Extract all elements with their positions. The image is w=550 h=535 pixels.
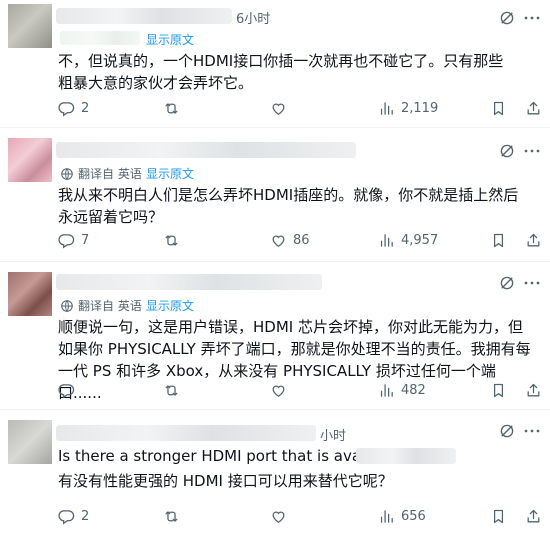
translate-label[interactable]: 翻译自 英语	[60, 165, 142, 182]
retweet-icon	[163, 508, 180, 525]
views-button[interactable]: 4,957	[378, 232, 438, 249]
retweet-button[interactable]	[163, 100, 180, 117]
post-actions: 2 656	[58, 508, 550, 528]
avatar[interactable]	[8, 420, 52, 464]
post-2[interactable]: 翻译自 英语 显示原文 我从来不明白人们是怎么弄坏HDMI插座的。就像，你不就是…	[0, 128, 550, 262]
post-4[interactable]: 小时 Is there a stronger HDMI port that is…	[0, 410, 550, 535]
reply-icon	[58, 508, 75, 525]
translate-text: 翻译自 英语	[78, 167, 142, 181]
post-time[interactable]: 小时	[320, 425, 346, 444]
author-name-redacted	[56, 8, 232, 24]
share-icon	[525, 382, 542, 399]
mute-icon[interactable]	[498, 142, 516, 160]
views-icon	[378, 232, 395, 249]
reply-count: 2	[81, 509, 90, 524]
like-icon	[270, 100, 287, 117]
bookmark-icon	[490, 508, 507, 525]
mute-icon[interactable]	[498, 274, 516, 292]
share-button[interactable]	[525, 382, 542, 399]
reply-button[interactable]	[58, 382, 75, 399]
translate-label-redacted	[60, 31, 140, 45]
like-count: 86	[293, 233, 310, 248]
reply-button[interactable]: 2	[58, 100, 89, 117]
bookmark-icon	[490, 382, 507, 399]
view-count: 4,957	[401, 233, 439, 248]
share-button[interactable]	[525, 232, 542, 249]
avatar[interactable]	[8, 138, 52, 182]
retweet-icon	[163, 382, 180, 399]
author-name-redacted	[56, 142, 356, 158]
share-icon	[525, 100, 542, 117]
bookmark-button[interactable]	[490, 100, 507, 117]
reply-count: 2	[81, 101, 90, 116]
share-icon	[525, 232, 542, 249]
share-button[interactable]	[525, 508, 542, 525]
views-button[interactable]: 482	[378, 382, 426, 399]
like-button[interactable]	[270, 508, 287, 525]
globe-icon	[60, 299, 74, 313]
bookmark-button[interactable]	[490, 508, 507, 525]
share-button[interactable]	[525, 100, 542, 117]
author-name-redacted	[56, 425, 316, 441]
retweet-icon	[163, 100, 180, 117]
more-options-icon[interactable]	[522, 274, 542, 292]
reply-button[interactable]: 7	[58, 232, 89, 249]
post-actions: 482	[58, 382, 550, 402]
show-original-link[interactable]: 显示原文	[146, 297, 194, 314]
post-text: 不，但说真的，一个HDMI接口你插一次就再也不碰它了。只有那些粗暴大意的家伙才会…	[58, 52, 504, 92]
reply-icon	[58, 232, 75, 249]
more-options-icon[interactable]	[522, 9, 542, 27]
mute-icon[interactable]	[498, 9, 516, 27]
retweet-button[interactable]	[163, 508, 180, 525]
views-button[interactable]: 656	[378, 508, 426, 525]
views-icon	[378, 508, 395, 525]
retweet-icon	[163, 232, 180, 249]
views-icon	[378, 100, 395, 117]
reply-icon	[58, 382, 75, 399]
globe-icon	[60, 167, 74, 181]
show-original-link[interactable]: 显示原文	[146, 31, 194, 48]
post-1[interactable]: 6小时 显示原文 不，但说真的，一个HDMI接口你插一次就再也不碰它了。只有那些…	[0, 0, 550, 128]
like-icon	[270, 382, 287, 399]
translate-label[interactable]: 翻译自 英语	[60, 297, 142, 314]
retweet-button[interactable]	[163, 232, 180, 249]
post-3[interactable]: 翻译自 英语 显示原文 顺便说一句，这是用户错误，HDMI 芯片会坏掉，你对此无…	[0, 262, 550, 410]
view-count: 656	[401, 509, 426, 524]
like-button[interactable]	[270, 100, 287, 117]
post-actions: 7 86 4,957	[58, 232, 550, 252]
more-options-icon[interactable]	[522, 422, 542, 440]
reply-icon	[58, 100, 75, 117]
like-button[interactable]	[270, 382, 287, 399]
original-text: Is there a stronger HDMI port that is av…	[58, 447, 358, 465]
more-options-icon[interactable]	[522, 142, 542, 160]
post-time[interactable]: 6小时	[236, 8, 270, 27]
views-icon	[378, 382, 395, 399]
retweet-button[interactable]	[163, 382, 180, 399]
mute-icon[interactable]	[498, 422, 516, 440]
reply-count: 7	[81, 233, 90, 248]
reply-button[interactable]: 2	[58, 508, 89, 525]
like-button[interactable]: 86	[270, 232, 310, 249]
view-count: 2,119	[401, 101, 439, 116]
post-actions: 2 2,119	[58, 100, 550, 120]
bookmark-icon	[490, 100, 507, 117]
view-count: 482	[401, 383, 426, 398]
avatar[interactable]	[8, 272, 52, 316]
bookmark-button[interactable]	[490, 382, 507, 399]
views-button[interactable]: 2,119	[378, 100, 438, 117]
post-text: 有没有性能更强的 HDMI 接口可以用来替代它呢？	[58, 472, 393, 490]
show-original-link[interactable]: 显示原文	[146, 165, 194, 182]
avatar[interactable]	[8, 4, 52, 48]
author-name-redacted	[56, 274, 322, 290]
post-text: 我从来不明白人们是怎么弄坏HDMI插座的。就像，你不就是插上然后永远留着它吗？	[58, 186, 519, 226]
like-icon	[270, 232, 287, 249]
share-icon	[525, 508, 542, 525]
original-text-redacted	[356, 448, 456, 464]
like-icon	[270, 508, 287, 525]
bookmark-icon	[490, 232, 507, 249]
translate-text: 翻译自 英语	[78, 299, 142, 313]
bookmark-button[interactable]	[490, 232, 507, 249]
